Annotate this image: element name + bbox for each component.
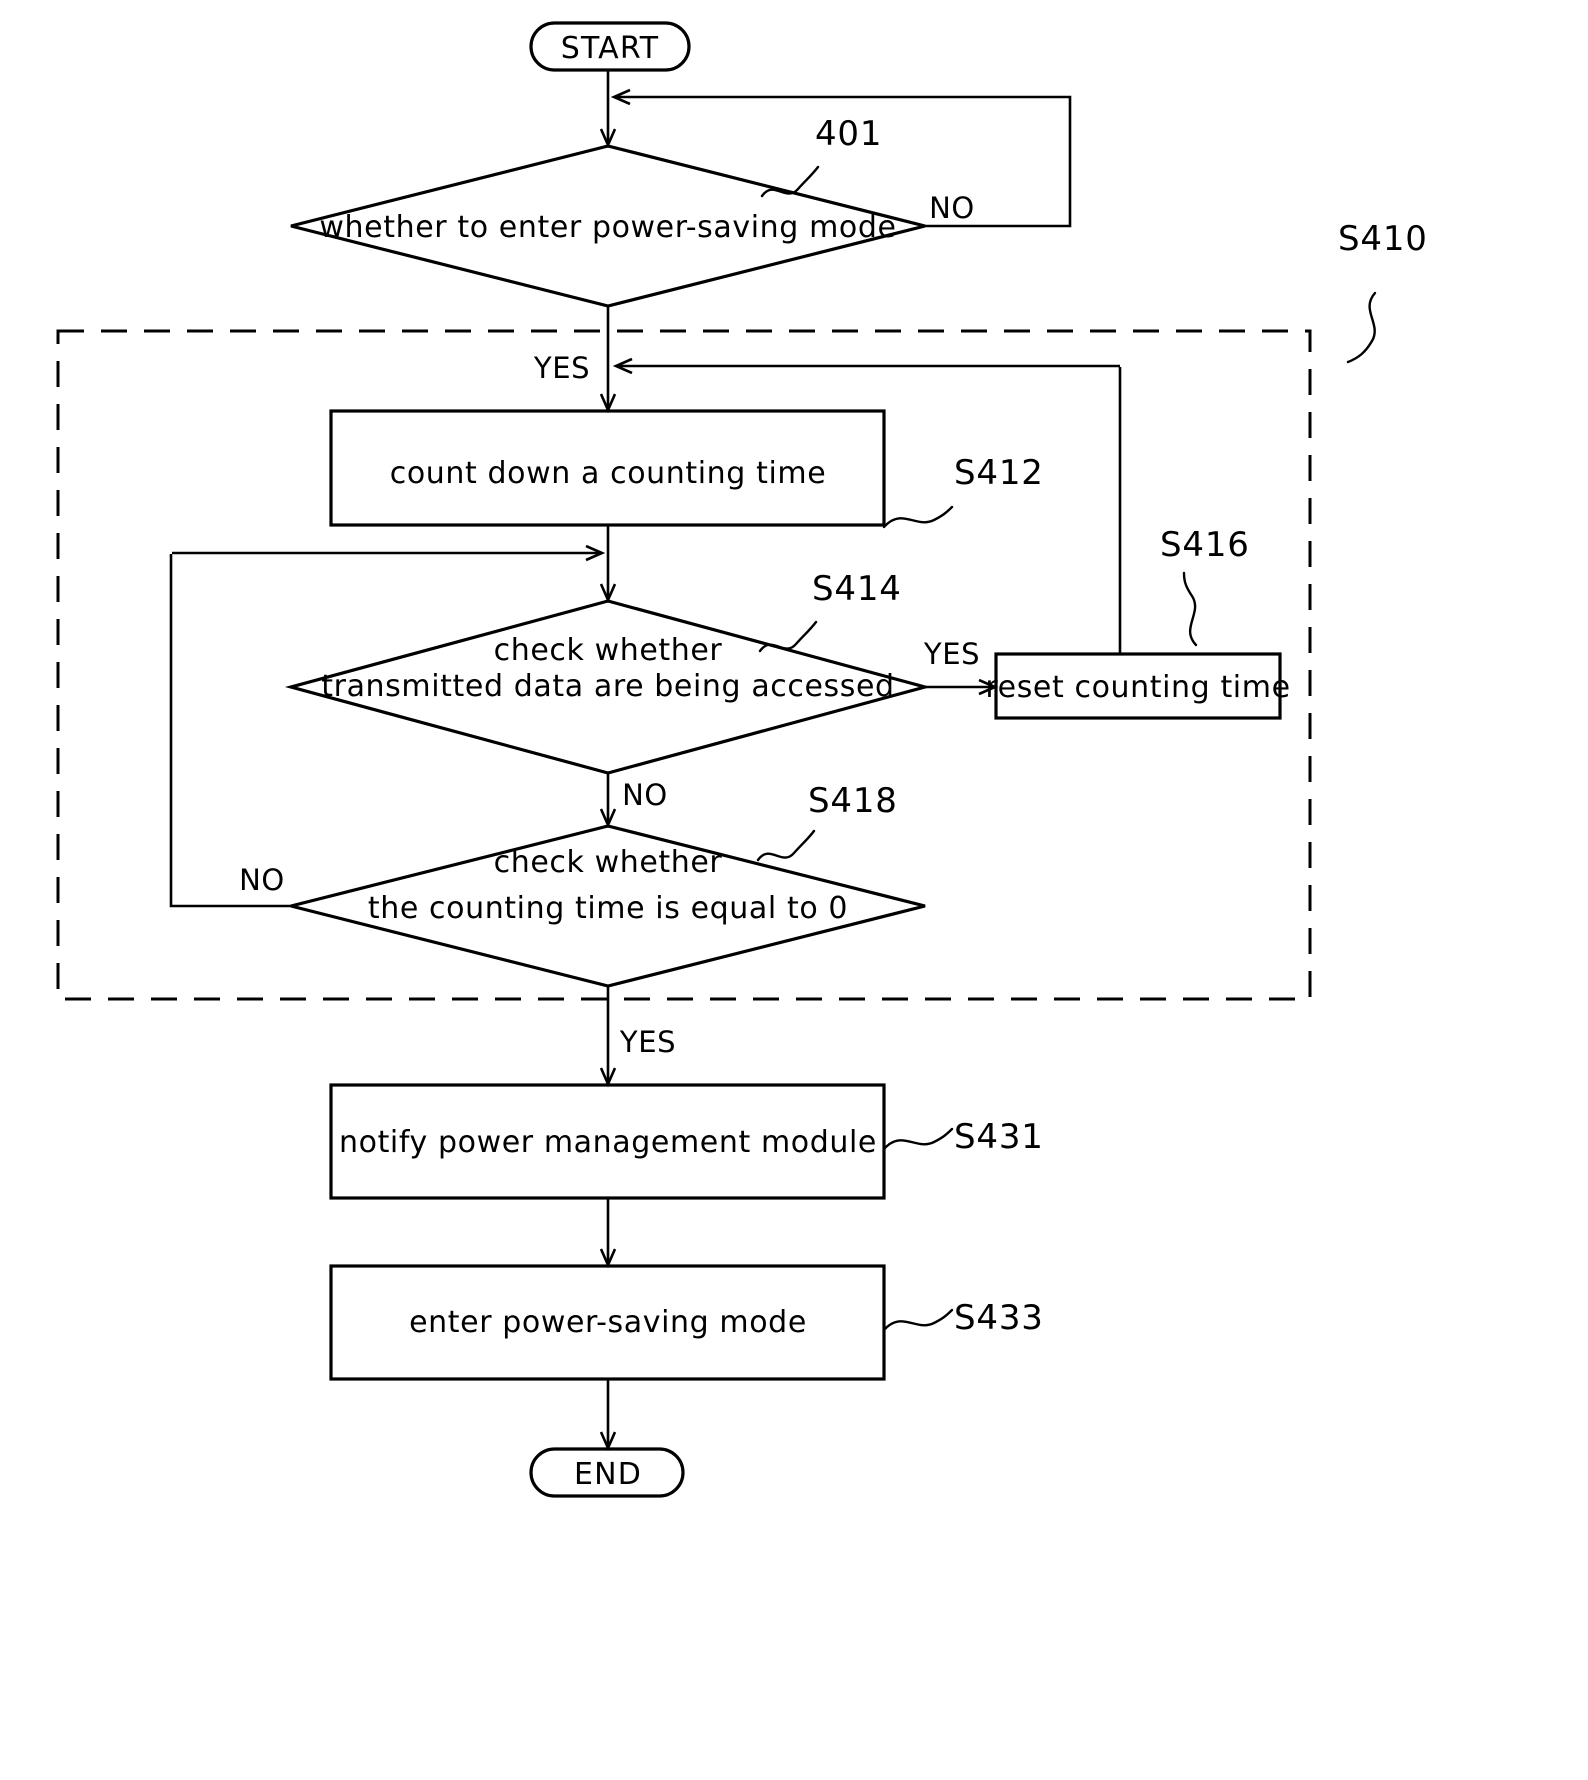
branch-s414-yes: YES bbox=[923, 637, 980, 671]
ref-401-label: 401 bbox=[815, 114, 882, 154]
ref-s412-label: S412 bbox=[954, 453, 1044, 493]
branch-d401-no: NO bbox=[929, 191, 975, 225]
figure-root: START whether to enter power-saving mode… bbox=[0, 0, 1588, 1780]
s416-label: reset counting time bbox=[985, 670, 1290, 705]
end-label: END bbox=[574, 1457, 642, 1492]
ref-s414-leader bbox=[758, 620, 818, 653]
s414-label-line2: transmitted data are being accessed bbox=[321, 669, 894, 704]
edge-s418-no-left bbox=[169, 554, 291, 908]
node-start: START bbox=[529, 21, 691, 72]
ref-s416-label: S416 bbox=[1160, 525, 1250, 565]
ref-s416-leader bbox=[1182, 571, 1198, 647]
node-end: END bbox=[529, 1447, 685, 1498]
branch-d401-yes: YES bbox=[533, 351, 590, 385]
ref-s418-leader bbox=[756, 829, 816, 862]
node-s418: check whether the counting time is equal… bbox=[290, 824, 926, 988]
d401-label: whether to enter power-saving mode bbox=[319, 210, 896, 245]
s433-label: enter power-saving mode bbox=[409, 1305, 807, 1340]
ref-s410-leader bbox=[1346, 291, 1377, 364]
s414-label-line1: check whether bbox=[494, 633, 723, 668]
ref-s418-label: S418 bbox=[808, 781, 898, 821]
start-label: START bbox=[561, 31, 660, 66]
node-s433: enter power-saving mode bbox=[329, 1264, 886, 1381]
node-s431: notify power management module bbox=[329, 1083, 886, 1200]
ref-s412-leader bbox=[882, 505, 954, 529]
branch-s418-no: NO bbox=[239, 863, 285, 897]
s412-label: count down a counting time bbox=[390, 456, 827, 491]
ref-s431-label: S431 bbox=[954, 1117, 1044, 1157]
node-s416: reset counting time bbox=[985, 652, 1290, 720]
ref-s414-label: S414 bbox=[812, 569, 902, 609]
s418-label-line2: the counting time is equal to 0 bbox=[368, 891, 848, 926]
ref-s431-leader bbox=[882, 1127, 954, 1151]
branch-s418-yes: YES bbox=[619, 1025, 676, 1059]
node-s414: check whether transmitted data are being… bbox=[284, 599, 932, 775]
ref-s410-label: S410 bbox=[1338, 219, 1428, 259]
node-s412: count down a counting time bbox=[329, 409, 886, 527]
flowchart-diagram: START whether to enter power-saving mode… bbox=[56, 21, 1428, 1498]
node-d401: whether to enter power-saving mode bbox=[290, 144, 926, 308]
ref-s433-label: S433 bbox=[954, 1298, 1044, 1338]
s431-label: notify power management module bbox=[339, 1125, 877, 1160]
s418-label-line1: check whether bbox=[494, 845, 723, 880]
branch-s414-no: NO bbox=[622, 778, 668, 812]
ref-s433-leader bbox=[882, 1308, 954, 1332]
